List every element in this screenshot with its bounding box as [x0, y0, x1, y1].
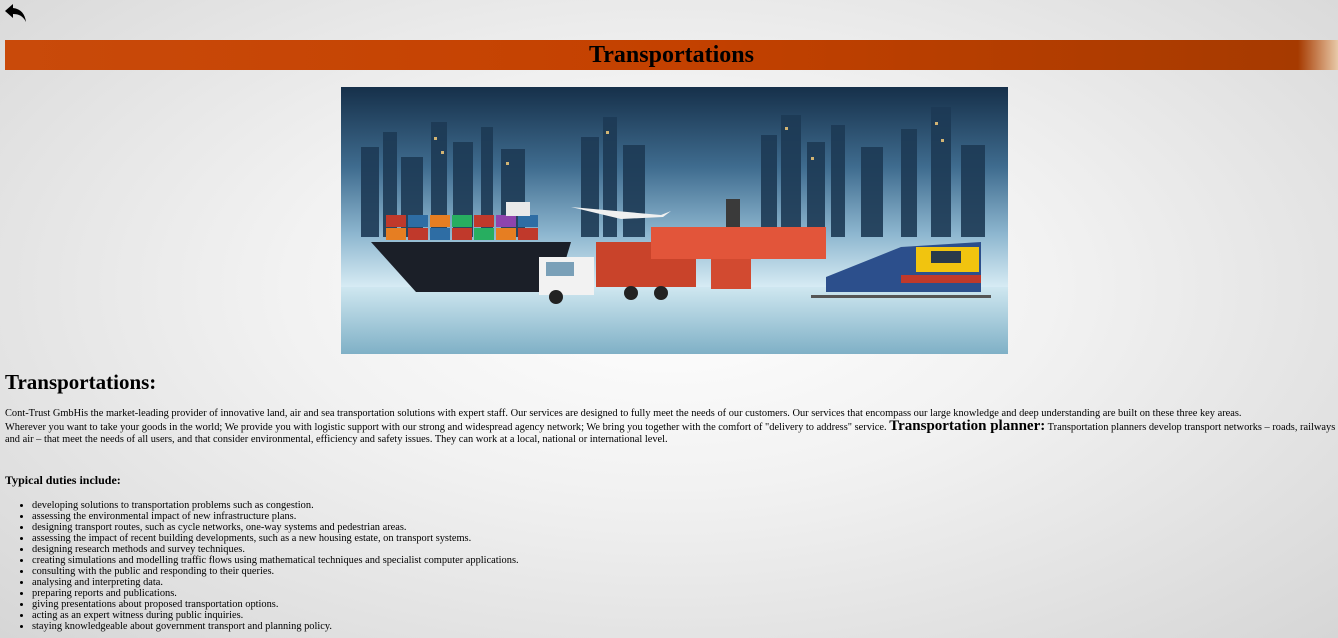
list-item: giving presentations about proposed tran…: [32, 599, 519, 610]
list-item: consulting with the public and respondin…: [32, 566, 519, 577]
list-item: preparing reports and publications.: [32, 588, 519, 599]
list-item: staying knowledgeable about government t…: [32, 621, 519, 632]
back-arrow-icon[interactable]: [4, 2, 28, 24]
page-banner: Transportations: [5, 40, 1338, 70]
logistics-collage-image: [341, 87, 1008, 354]
list-item: developing solutions to transportation p…: [32, 500, 519, 511]
duties-list: developing solutions to transportation p…: [32, 500, 519, 632]
list-item: designing transport routes, such as cycl…: [32, 522, 519, 533]
list-item: assessing the impact of recent building …: [32, 533, 519, 544]
section-title: Transportations:: [5, 370, 157, 394]
list-item: assessing the environmental impact of ne…: [32, 511, 519, 522]
list-item: analysing and interpreting data.: [32, 577, 519, 588]
planner-label: Transportation planner:: [889, 418, 1046, 434]
list-item: creating simulations and modelling traff…: [32, 555, 519, 566]
list-item: acting as an expert witness during publi…: [32, 610, 519, 621]
duties-title: Typical duties include:: [5, 473, 121, 487]
intro-text-2: Wherever you want to take your goods in …: [5, 422, 887, 433]
intro-text-1: Cont-Trust GmbHis the market-leading pro…: [5, 408, 1242, 419]
list-item: designing research methods and survey te…: [32, 544, 519, 555]
page-title: Transportations: [589, 42, 754, 68]
intro-paragraph: Cont-Trust GmbHis the market-leading pro…: [5, 408, 1338, 446]
